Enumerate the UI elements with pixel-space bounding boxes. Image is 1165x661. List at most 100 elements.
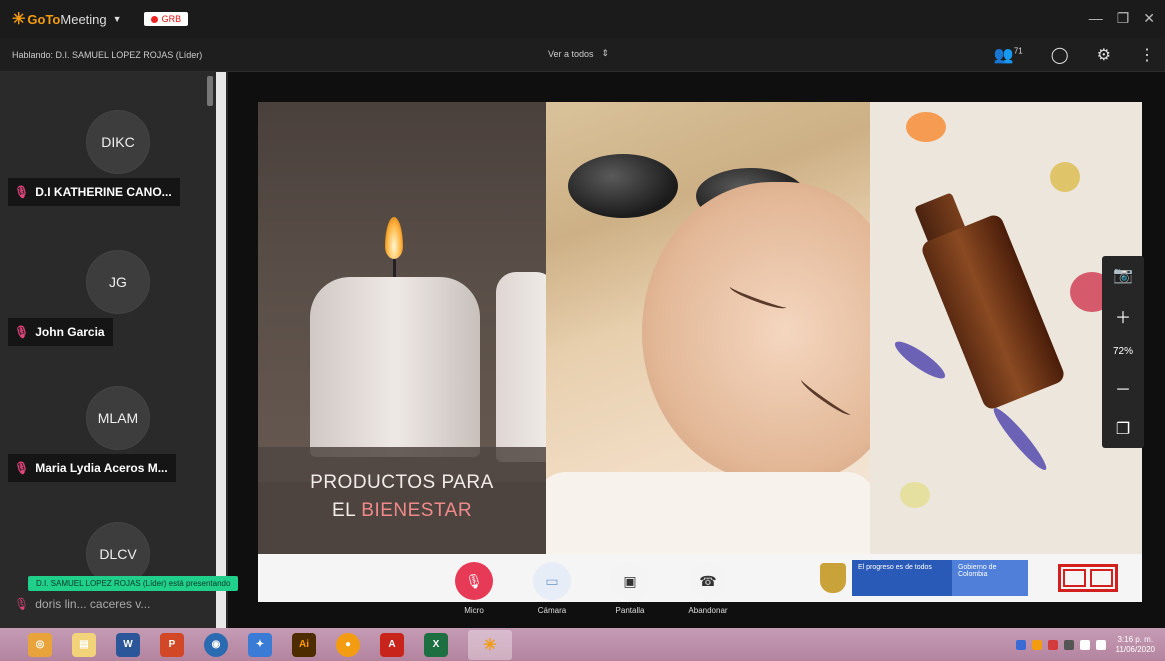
app-menu[interactable]: ✳ GoTo Meeting ▼	[12, 9, 122, 29]
mic-muted-icon: 🎙	[14, 185, 30, 199]
tray-app-icon[interactable]	[1047, 640, 1058, 650]
view-all-label: Ver a todos	[548, 48, 594, 59]
attendees-button[interactable]: 👥71	[994, 45, 1023, 65]
flower-image	[1050, 162, 1080, 192]
window-controls: — ❐ ✕	[1089, 10, 1155, 27]
lavender-image	[988, 403, 1052, 475]
gotomeeting-window: ✳ GoTo Meeting ▼ GRB — ❐ ✕ Hablando: D.I…	[0, 0, 1165, 661]
sidebar-scroll-track[interactable]	[216, 72, 226, 628]
tray-app-icon[interactable]	[1031, 640, 1042, 650]
fit-screen-icon[interactable]: ❐	[1116, 419, 1130, 439]
participant-tile[interactable]: MLAM	[8, 386, 213, 450]
volume-icon[interactable]	[1095, 640, 1106, 650]
zoom-level: 72%	[1112, 346, 1133, 358]
participant-tile[interactable]: DIKC	[8, 110, 213, 174]
settings-gear-icon[interactable]: ⚙	[1097, 45, 1111, 65]
screen-label: Pantalla	[615, 606, 645, 615]
acrobat-icon[interactable]: A	[380, 632, 404, 657]
gov-banner: El progreso es de todos Gobierno de Colo…	[852, 560, 1028, 596]
meeting-controls: 🎙 Micro ▭ Cámara ▣ Pantalla ☎ Abandonar	[450, 562, 732, 615]
mic-label: Micro	[464, 606, 484, 615]
lavender-image	[890, 336, 950, 384]
recording-badge[interactable]: GRB	[143, 12, 189, 26]
participant-name-bar: 🎙 doris lin... caceres v...	[8, 590, 158, 618]
presenting-notification: D.I. SAMUEL LOPEZ ROJAS (Líder) está pre…	[28, 576, 239, 591]
mic-control[interactable]: 🎙 Micro	[450, 562, 498, 615]
flower-image	[906, 112, 946, 142]
slide-title-el: EL	[331, 500, 362, 521]
presentation-slide: PRODUCTOS PARA EL BIENESTAR El progreso …	[258, 102, 1142, 602]
view-all-selector[interactable]: Ver a todos ⇕	[548, 48, 609, 59]
participants-sidebar: DIKC 🎙 D.I KATHERINE CANO... JG 🎙 John G…	[0, 72, 228, 628]
flower-image	[900, 482, 930, 508]
wifi-icon[interactable]	[1079, 640, 1090, 650]
avatar: JG	[86, 250, 150, 314]
app-bird-icon[interactable]: ✦	[248, 632, 272, 657]
participant-name: John Garcia	[35, 325, 105, 339]
camera-label: Cámara	[537, 606, 567, 615]
zoom-in-icon[interactable]: ＋	[1115, 304, 1131, 328]
zoom-out-icon[interactable]: －	[1115, 376, 1131, 400]
minimize-icon[interactable]: —	[1089, 10, 1103, 27]
windows-taskbar: ◎ ▤ W P ◉ ✦ Ai ● A X ✳ 3:16 p. m. 11/06/…	[0, 628, 1165, 661]
app-orange-icon[interactable]: ●	[336, 632, 360, 657]
title-bar: ✳ GoTo Meeting ▼ GRB — ❐ ✕	[0, 0, 1165, 38]
excel-icon[interactable]: X	[424, 632, 448, 657]
participant-tile[interactable]: JG	[8, 250, 213, 314]
slide-title: PRODUCTOS PARA EL BIENESTAR	[258, 447, 546, 554]
participant-name: D.I KATHERINE CANO...	[35, 185, 172, 199]
participant-name: doris lin... caceres v...	[35, 597, 151, 611]
flame-image	[385, 217, 403, 259]
illustrator-icon[interactable]: Ai	[292, 632, 316, 657]
more-options-icon[interactable]: ⋮	[1139, 45, 1155, 65]
zoom-controls: 📷 ＋ 72% － ❐	[1102, 256, 1144, 448]
hot-stone-image	[568, 154, 678, 218]
screen-control[interactable]: ▣ Pantalla	[606, 562, 654, 615]
mic-muted-icon: 🎙	[14, 325, 30, 339]
tray-app-icon[interactable]	[1015, 640, 1026, 650]
meeting-info-bar: Hablando: D.I. SAMUEL LOPEZ ROJAS (Líder…	[0, 38, 1165, 72]
candle-image	[310, 277, 480, 457]
participant-name: Maria Lydia Aceros M...	[35, 461, 168, 475]
up-down-chevron-icon: ⇕	[601, 48, 610, 58]
hang-up-icon[interactable]: ☎	[689, 562, 727, 600]
face-image	[642, 182, 870, 482]
mic-muted-icon: 🎙	[14, 461, 30, 475]
gotomeeting-taskbar-icon[interactable]: ✳	[468, 629, 512, 660]
oil-bottle-image	[919, 212, 1067, 412]
camera-off-icon[interactable]: ▭	[533, 562, 571, 600]
app-circle-icon[interactable]: ◉	[204, 632, 228, 657]
screen-share-icon[interactable]: ▣	[611, 562, 649, 600]
shared-screen-stage: PRODUCTOS PARA EL BIENESTAR El progreso …	[228, 72, 1165, 628]
file-explorer-icon[interactable]: ▤	[72, 632, 96, 657]
gotomeeting-logo-icon: ✳	[12, 11, 26, 28]
attendee-count: 71	[1013, 46, 1023, 56]
clock-time: 3:16 p. m.	[1117, 635, 1154, 644]
active-speaker-label: Hablando: D.I. SAMUEL LOPEZ ROJAS (Líder…	[12, 49, 203, 60]
avatar: DIKC	[86, 110, 150, 174]
leave-label: Abandonar	[688, 606, 728, 615]
camera-snapshot-icon[interactable]: 📷	[1113, 265, 1133, 285]
spa-photo	[546, 102, 870, 554]
slide-title-accent: BIENESTAR	[361, 500, 473, 521]
top-toolbar: 👥71 ◯ ⚙ ⋮	[994, 45, 1155, 65]
record-dot-icon	[150, 15, 158, 23]
chrome-icon[interactable]: ◎	[28, 632, 52, 657]
slide-title-line1: PRODUCTOS PARA	[310, 472, 494, 493]
participant-name-bar: 🎙 D.I KATHERINE CANO...	[8, 178, 180, 206]
taskbar-clock[interactable]: 3:16 p. m. 11/06/2020	[1116, 635, 1155, 655]
camera-control[interactable]: ▭ Cámara	[528, 562, 576, 615]
word-icon[interactable]: W	[116, 632, 140, 657]
powerpoint-icon[interactable]: P	[160, 632, 184, 657]
gov-text-a: El progreso es de todos	[858, 564, 932, 571]
coat-of-arms-icon	[820, 563, 846, 593]
restore-icon[interactable]: ❐	[1117, 10, 1130, 27]
mic-muted-icon[interactable]: 🎙	[455, 562, 493, 600]
leave-control[interactable]: ☎ Abandonar	[684, 562, 732, 615]
sidebar-scroll-thumb[interactable]	[207, 76, 213, 106]
tray-app-icon[interactable]	[1063, 640, 1074, 650]
candle-photo: PRODUCTOS PARA EL BIENESTAR	[258, 102, 556, 554]
chat-icon[interactable]: ◯	[1051, 45, 1069, 65]
government-logo: El progreso es de todos Gobierno de Colo…	[820, 560, 1028, 596]
close-icon[interactable]: ✕	[1143, 10, 1155, 27]
